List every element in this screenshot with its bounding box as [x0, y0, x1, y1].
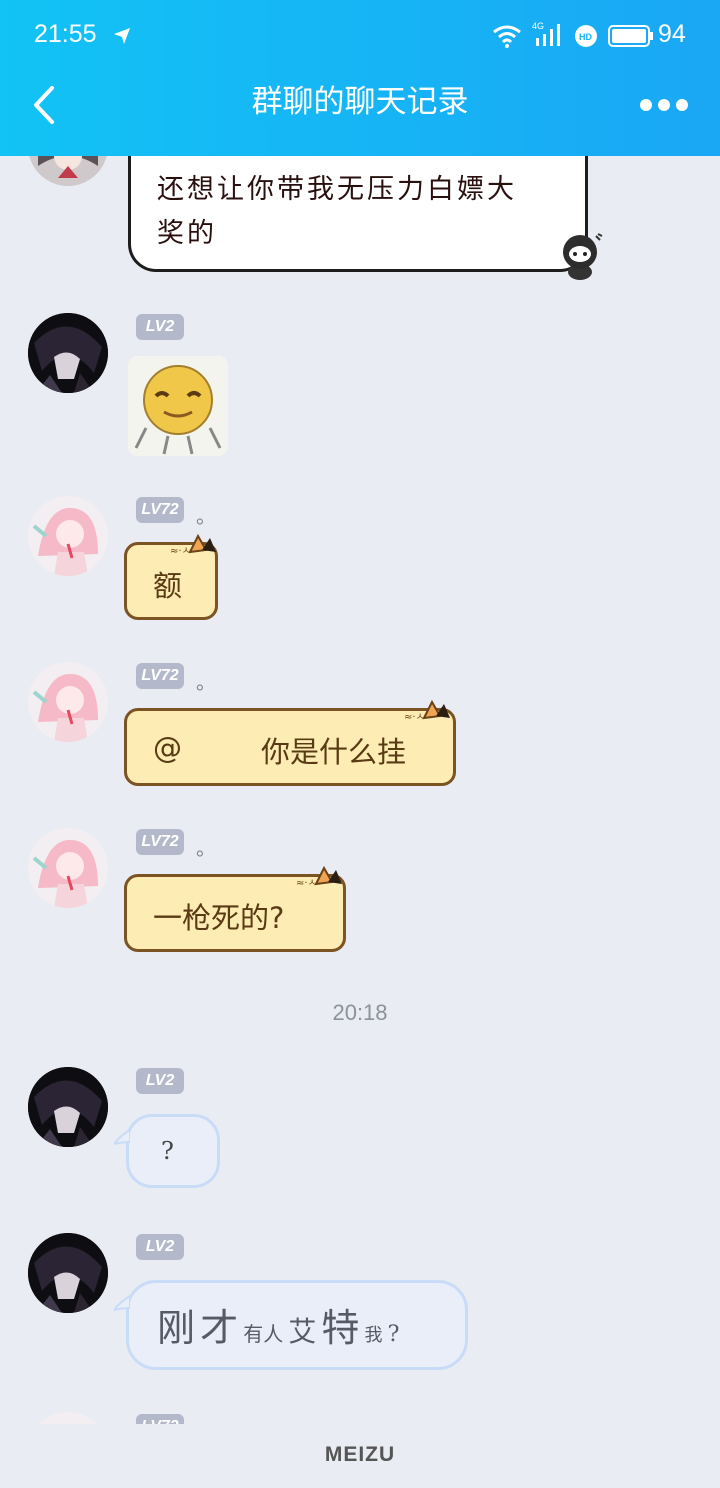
cat-ears-icon: ≈·ㅅ [168, 532, 224, 566]
avatar[interactable] [28, 496, 108, 576]
battery-percent: 94 [658, 20, 686, 48]
svg-text:HD: HD [579, 32, 592, 42]
wifi-icon [492, 24, 522, 52]
bubble-tail [111, 1128, 131, 1150]
avatar[interactable] [28, 313, 108, 393]
cat-ears-icon: ≈·ㅅ [294, 864, 350, 898]
sticker-image[interactable] [128, 356, 228, 456]
message-bubble[interactable]: 还想让你带我无压力白嫖大 奖的 [128, 156, 588, 272]
avatar[interactable] [28, 1067, 108, 1147]
signal-icon: 4G [530, 20, 562, 52]
sender-name: 。 [196, 836, 216, 860]
avatar[interactable] [28, 1412, 108, 1424]
avatar[interactable] [28, 828, 108, 908]
more-button[interactable] [638, 92, 690, 118]
svg-text:≈·ㅅ: ≈·ㅅ [170, 546, 191, 557]
level-badge: LV72 [136, 497, 184, 523]
status-time: 21:55 [34, 20, 97, 48]
message-list[interactable]: 还想让你带我无压力白嫖大 奖的 LV2 LV72 。 额 ≈·ㅅ LV72 。 … [0, 156, 720, 1424]
level-badge: LV2 [136, 1234, 184, 1260]
message-text-part: 我 [364, 1325, 383, 1346]
level-badge: LV2 [136, 1068, 184, 1094]
message-text: ? [161, 1137, 174, 1165]
device-brand-logo: MEIZU [324, 1443, 396, 1466]
location-arrow-icon [112, 26, 132, 50]
bubble-tail [111, 1294, 131, 1316]
app-header: 21:55 4G HD 94 群聊的聊天记录 [0, 0, 720, 156]
message-text-part: 特 [321, 1306, 360, 1350]
smiley-sticker-icon [128, 356, 228, 456]
message-text: 刚 才 有人 艾 特 我 ? [157, 1297, 399, 1352]
message-text-part: 刚 [157, 1306, 196, 1350]
level-badge: LV72 [136, 829, 184, 855]
more-dots-icon [640, 99, 688, 111]
message-text: 还想让你带我无压力白嫖大 奖的 [157, 168, 517, 256]
bubble-mascot-icon [558, 232, 604, 286]
hd-icon: HD [574, 24, 598, 52]
level-badge: LV72 [136, 1414, 184, 1424]
avatar[interactable] [28, 662, 108, 742]
battery-icon [608, 25, 654, 51]
svg-text:≈·ㅅ: ≈·ㅅ [296, 878, 317, 889]
mention-text[interactable]: @ [153, 731, 182, 765]
message-text-line: 还想让你带我无压力白嫖大 [157, 174, 517, 205]
page-title: 群聊的聊天记录 [251, 84, 469, 120]
status-bar: 21:55 4G HD 94 [0, 0, 720, 70]
message-text-part: 艾 [288, 1315, 317, 1348]
message-bubble[interactable]: ? [126, 1114, 220, 1188]
message-text-part: 有人 [243, 1322, 284, 1346]
message-text: 一枪死的? [153, 901, 285, 935]
level-badge: LV2 [136, 314, 184, 340]
message-text-line: 奖的 [157, 218, 217, 249]
message-text: 额 [153, 569, 183, 603]
message-text: 你是什么挂 [261, 735, 407, 769]
level-badge: LV72 [136, 663, 184, 689]
message-text-part: ? [387, 1322, 400, 1347]
avatar[interactable] [28, 1233, 108, 1313]
time-separator: 20:18 [332, 1000, 388, 1025]
network-label: 4G [532, 21, 544, 31]
avatar[interactable] [28, 156, 108, 186]
svg-text:≈·ㅅ: ≈·ㅅ [404, 712, 425, 723]
sender-name: 。 [196, 504, 216, 528]
cat-ears-icon: ≈·ㅅ [402, 698, 458, 732]
message-bubble[interactable]: 刚 才 有人 艾 特 我 ? [126, 1280, 468, 1370]
sender-name: 。 [196, 670, 216, 694]
message-text-part: 才 [200, 1306, 239, 1350]
